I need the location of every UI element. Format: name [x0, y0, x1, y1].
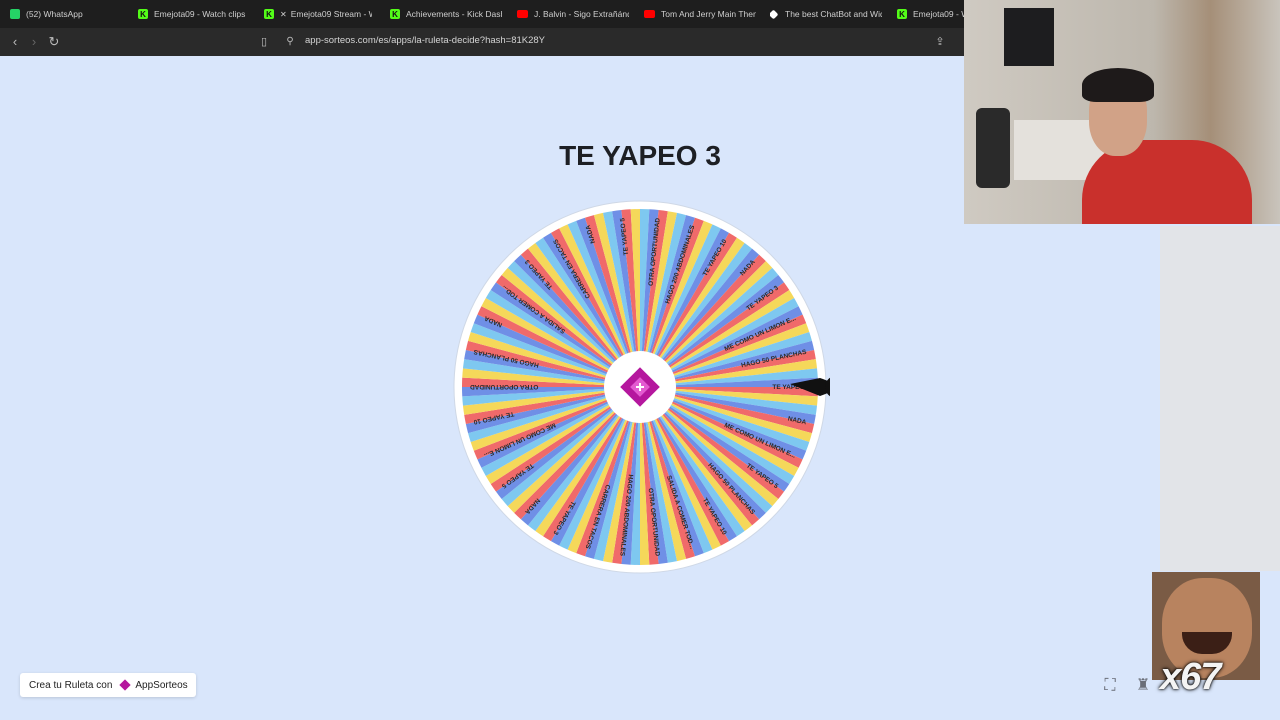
badge-brand: AppSorteos: [135, 679, 188, 691]
browser-tab[interactable]: K Emejota09 - Watch clips o: [138, 0, 248, 28]
browser-tab[interactable]: The best ChatBot and Wid: [770, 0, 882, 28]
browser-tab[interactable]: (52) WhatsApp: [10, 0, 130, 28]
url-field[interactable]: app-sorteos.com/es/apps/la-ruleta-decide…: [305, 35, 545, 46]
browser-tab[interactable]: Tom And Jerry Main Them: [644, 0, 756, 28]
badge-text: Crea tu Ruleta con: [29, 679, 113, 691]
browser-tab[interactable]: K ✕ Emejota09 Stream - W: [264, 0, 372, 28]
reaction-counter: x67: [1160, 656, 1221, 698]
browser-tab[interactable]: K Achievements - Kick Dash: [390, 0, 502, 28]
share-icon[interactable]: ⇪: [931, 33, 949, 51]
webcam-overlay: [964, 0, 1280, 224]
whatsapp-icon: [10, 9, 20, 19]
forward-icon[interactable]: ›: [25, 33, 43, 51]
trophy-icon[interactable]: ♜: [1133, 676, 1153, 696]
reload-icon[interactable]: ↻: [45, 33, 63, 51]
tv-screen: [1004, 8, 1054, 66]
kick-icon: K: [264, 9, 274, 19]
browser-tab[interactable]: K Emejota09 - W: [897, 0, 964, 28]
kick-icon: K: [897, 9, 907, 19]
kick-icon: K: [138, 9, 148, 19]
youtube-icon: [644, 10, 655, 18]
bookmark-icon[interactable]: ▯: [255, 33, 273, 51]
stream-side-panel: [1160, 226, 1280, 571]
roulette-wheel[interactable]: TE YAPEO 3NADAME COMO UN LIMON E...TE YA…: [450, 195, 830, 585]
site-settings-icon[interactable]: ⚲: [281, 33, 299, 51]
chair: [976, 108, 1010, 188]
muted-icon: ✕: [280, 9, 287, 19]
kick-icon: K: [390, 9, 400, 19]
browser-tab[interactable]: J. Balvin - Sigo Extrañándo: [517, 0, 629, 28]
back-icon[interactable]: ‹: [6, 33, 24, 51]
diamond-icon: [770, 9, 779, 19]
create-roulette-badge[interactable]: Crea tu Ruleta con AppSorteos: [20, 673, 196, 697]
appsorteos-logo-icon: [119, 679, 132, 691]
person-hair: [1082, 68, 1154, 102]
youtube-icon: [517, 10, 528, 18]
wheel-option-label: OTRA OPORTUNIDAD: [470, 383, 539, 390]
fullscreen-icon[interactable]: ⛶: [1100, 676, 1120, 696]
page-title: TE YAPEO 3: [559, 140, 721, 171]
